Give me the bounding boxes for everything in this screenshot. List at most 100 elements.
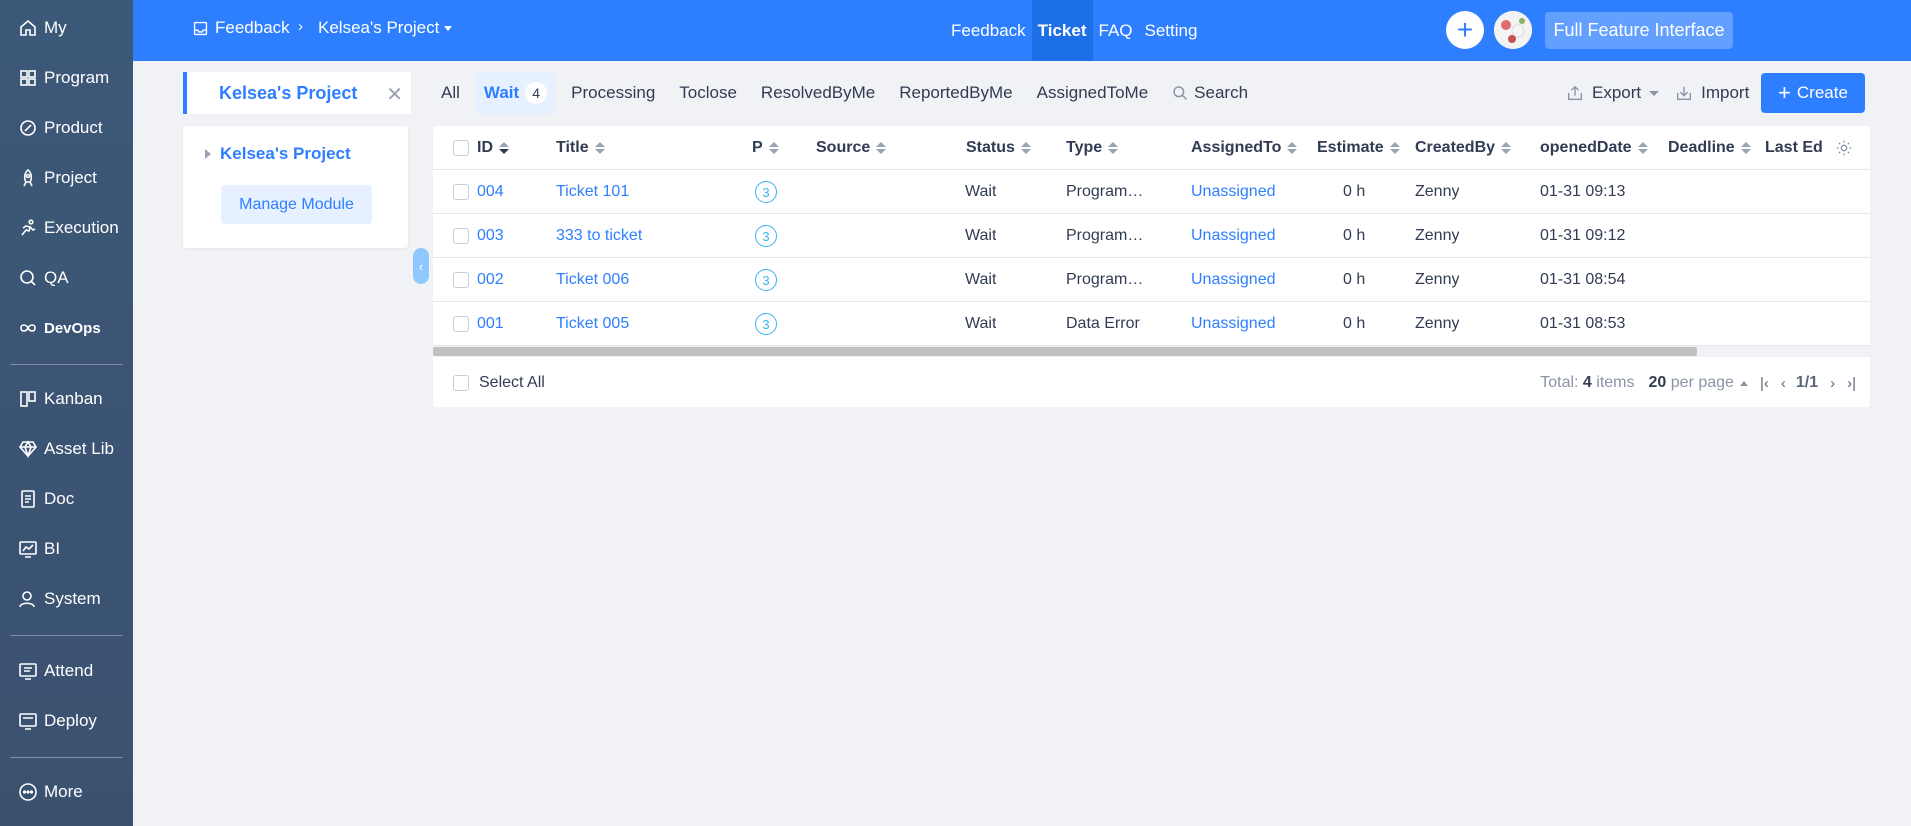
- filter-tab-assignedtome[interactable]: AssignedToMe: [1029, 72, 1157, 114]
- sidebar-item-system[interactable]: System: [0, 581, 133, 617]
- ticket-assignee[interactable]: Unassigned: [1191, 258, 1276, 302]
- select-all-checkbox[interactable]: [453, 375, 469, 391]
- create-ticket-button[interactable]: + Create: [1761, 73, 1865, 113]
- horizontal-scrollbar[interactable]: [433, 346, 1870, 357]
- sidebar-item-devops[interactable]: DevOps: [0, 310, 133, 346]
- column-header-type[interactable]: Type: [1066, 126, 1119, 170]
- table-row[interactable]: 002 Ticket 006 3 Wait Program… Unassigne…: [433, 258, 1870, 302]
- select-all[interactable]: Select All: [453, 359, 545, 407]
- column-header-estimate[interactable]: Estimate: [1317, 126, 1400, 170]
- column-header-status[interactable]: Status: [966, 126, 1031, 170]
- filter-tab-label: Wait: [483, 83, 520, 102]
- close-icon[interactable]: ✕: [386, 82, 403, 107]
- table-row[interactable]: 004 Ticket 101 3 Wait Program… Unassigne…: [433, 170, 1870, 214]
- next-page-icon[interactable]: ›: [1830, 375, 1835, 392]
- ticket-id[interactable]: 003: [477, 214, 504, 258]
- ticket-assignee[interactable]: Unassigned: [1191, 214, 1276, 258]
- row-checkbox[interactable]: [453, 316, 469, 332]
- sidebar-divider: [10, 364, 123, 365]
- row-checkbox[interactable]: [453, 184, 469, 200]
- inbox-icon: [192, 20, 209, 37]
- breadcrumb-separator: ›: [298, 18, 303, 35]
- sidebar-item-attend[interactable]: Attend: [0, 653, 133, 689]
- sidebar-item-execution[interactable]: Execution: [0, 210, 133, 246]
- sidebar-item-kanban[interactable]: Kanban: [0, 381, 133, 417]
- select-all-header-checkbox[interactable]: [453, 126, 469, 170]
- column-header-priority[interactable]: P: [752, 126, 779, 170]
- tree-node-label: Kelsea's Project: [220, 144, 351, 163]
- breadcrumb-project[interactable]: Kelsea's Project: [318, 18, 453, 38]
- import-button[interactable]: Import: [1675, 83, 1749, 103]
- filter-tab-resolvedbyme[interactable]: ResolvedByMe: [753, 72, 883, 114]
- row-checkbox[interactable]: [453, 272, 469, 288]
- ticket-id[interactable]: 002: [477, 258, 504, 302]
- filter-tab-processing[interactable]: Processing: [563, 72, 663, 114]
- column-header-deadline[interactable]: Deadline: [1668, 126, 1751, 170]
- column-header-last-edited[interactable]: Last Edi: [1765, 126, 1823, 170]
- column-header-openeddate[interactable]: openedDate: [1540, 126, 1648, 170]
- per-page-select[interactable]: 20 per page: [1649, 374, 1748, 392]
- filter-tab-reportedbyme[interactable]: ReportedByMe: [891, 72, 1020, 114]
- sidebar-item-label: Project: [44, 168, 97, 187]
- column-header-createdby[interactable]: CreatedBy: [1415, 126, 1512, 170]
- ticket-assignee[interactable]: Unassigned: [1191, 302, 1276, 346]
- filter-tab-toclose[interactable]: Toclose: [671, 72, 745, 114]
- tab-setting[interactable]: Setting: [1139, 0, 1204, 61]
- filter-tab-wait[interactable]: Wait 4: [475, 72, 556, 114]
- ticket-title[interactable]: Ticket 006: [556, 258, 629, 302]
- tab-faq[interactable]: FAQ: [1093, 0, 1139, 61]
- table-row[interactable]: 003 333 to ticket 3 Wait Program… Unassi…: [433, 214, 1870, 258]
- project-tab[interactable]: Kelsea's Project ✕: [183, 72, 411, 114]
- doc-icon: [17, 488, 39, 510]
- search-toggle[interactable]: Search: [1164, 72, 1256, 114]
- ticket-title[interactable]: 333 to ticket: [556, 214, 642, 258]
- sidebar-item-my[interactable]: My: [0, 10, 133, 46]
- prev-page-icon[interactable]: ‹: [1781, 375, 1786, 392]
- ticket-type: Program…: [1066, 227, 1144, 244]
- ticket-type: Program…: [1066, 271, 1144, 288]
- collapse-panel-handle[interactable]: ‹: [413, 248, 429, 284]
- tab-feedback[interactable]: Feedback: [945, 0, 1032, 61]
- sidebar-item-more[interactable]: More: [0, 774, 133, 810]
- table-row[interactable]: 001 Ticket 005 3 Wait Data Error Unassig…: [433, 302, 1870, 346]
- scrollbar-thumb[interactable]: [433, 347, 1697, 356]
- full-feature-interface-button[interactable]: Full Feature Interface: [1545, 12, 1733, 49]
- sidebar-item-label: Asset Lib: [44, 439, 114, 458]
- column-header-title[interactable]: Title: [556, 126, 605, 170]
- ticket-title[interactable]: Ticket 101: [556, 170, 629, 214]
- column-header-source[interactable]: Source: [816, 126, 887, 170]
- sidebar-item-label: System: [44, 589, 101, 608]
- sidebar-item-project[interactable]: Project: [0, 160, 133, 196]
- row-checkbox[interactable]: [453, 228, 469, 244]
- sidebar-item-deploy[interactable]: Deploy: [0, 703, 133, 739]
- sort-icon: [1501, 142, 1512, 154]
- column-header-assignedto[interactable]: AssignedTo: [1191, 126, 1298, 170]
- ticket-id[interactable]: 001: [477, 302, 504, 346]
- global-add-button[interactable]: +: [1446, 11, 1484, 49]
- avatar[interactable]: [1494, 11, 1532, 49]
- product-icon: [17, 117, 39, 139]
- ticket-id[interactable]: 004: [477, 170, 504, 214]
- sidebar-item-bi[interactable]: BI: [0, 531, 133, 567]
- ticket-estimate: 0 h: [1343, 183, 1366, 200]
- first-page-icon[interactable]: |‹: [1760, 375, 1769, 392]
- avatar-image: [1494, 11, 1532, 49]
- sidebar-item-doc[interactable]: Doc: [0, 481, 133, 517]
- filter-tab-all[interactable]: All: [433, 72, 468, 114]
- last-page-icon[interactable]: ›|: [1847, 375, 1856, 392]
- export-button[interactable]: Export: [1566, 83, 1660, 103]
- checkbox[interactable]: [453, 140, 469, 156]
- column-settings-button[interactable]: [1835, 126, 1853, 170]
- sidebar-item-label: QA: [44, 268, 69, 287]
- manage-module-button[interactable]: Manage Module: [221, 185, 372, 224]
- sidebar-item-product[interactable]: Product: [0, 110, 133, 146]
- ticket-title[interactable]: Ticket 005: [556, 302, 629, 346]
- ticket-assignee[interactable]: Unassigned: [1191, 170, 1276, 214]
- tab-ticket[interactable]: Ticket: [1031, 0, 1093, 61]
- column-header-id[interactable]: ID: [477, 126, 509, 170]
- sidebar-item-qa[interactable]: QA: [0, 260, 133, 296]
- sidebar-item-asset-lib[interactable]: Asset Lib: [0, 431, 133, 467]
- sidebar-item-program[interactable]: Program: [0, 60, 133, 96]
- breadcrumb-feedback[interactable]: Feedback: [192, 18, 290, 38]
- module-tree-node[interactable]: Kelsea's Project: [205, 144, 351, 164]
